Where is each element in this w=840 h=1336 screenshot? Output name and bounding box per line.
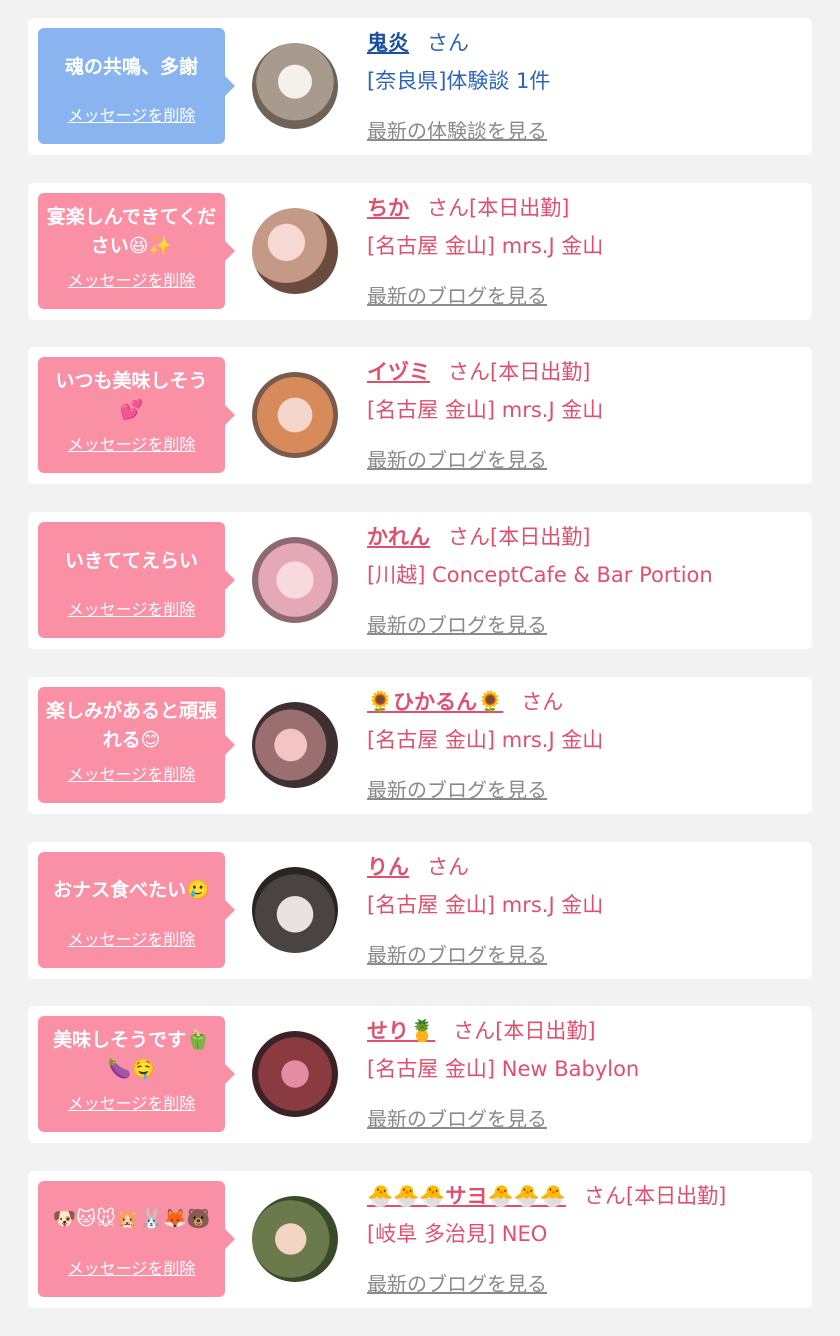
user-name-link[interactable]: ちか [367,196,409,220]
user-status: さん [427,31,469,55]
user-location: [名古屋 金山] mrs.J 金山 [367,727,604,752]
avatar[interactable] [252,372,338,459]
user-info: 🌻ひかるん🌻 さん [名古屋 金山] mrs.J 金山 最新のブログを見る [367,687,802,802]
message-text: いつも美味しそう💕 [55,370,208,422]
latest-post-link[interactable]: 最新のブログを見る [367,609,547,638]
user-name-row: せり🍍 さん[本日出勤] [367,1016,802,1046]
user-location: [岐阜 多治見] NEO [367,1221,548,1246]
user-name-link[interactable]: かれん [367,525,430,549]
user-name-link[interactable]: イヅミ [367,360,430,384]
delete-message-link[interactable]: メッセージを削除 [44,1090,219,1114]
message-card: 🐶🐱🐭🐹🐰🦊🐻 メッセージを削除 🐣🐣🐣サヨ🐣🐣🐣 さん[本日出勤] [岐阜 多治… [28,1170,812,1308]
latest-post-link[interactable]: 最新のブログを見る [367,774,547,803]
message-text: いきててえらい [64,549,198,572]
user-info: 鬼炎 さん [奈良県]体験談 1件 最新の体験談を見る [367,28,802,143]
message-text: 🐶🐱🐭🐹🐰🦊🐻 [52,1208,211,1231]
avatar[interactable] [252,1031,338,1118]
user-status: さん[本日出勤] [583,1183,727,1208]
message-bubble: 🐶🐱🐭🐹🐰🦊🐻 メッセージを削除 [38,1180,235,1297]
user-status: さん [521,689,564,714]
message-card: いつも美味しそう💕 メッセージを削除 イヅミ さん[本日出勤] [名古屋 金山] … [28,347,812,485]
user-name-row: イヅミ さん[本日出勤] [367,357,802,387]
user-name-row: りん さん [367,852,802,882]
message-text: おナス食べたい🥲 [53,879,210,901]
latest-post-link[interactable]: 最新のブログを見る [367,280,547,309]
user-name-link[interactable]: 🌻ひかるん🌻 [367,690,503,714]
avatar[interactable] [252,866,338,953]
message-card: おナス食べたい🥲 メッセージを削除 りん さん [名古屋 金山] mrs.J 金山… [28,841,812,979]
user-location: [奈良県]体験談 1件 [367,69,551,93]
latest-post-link[interactable]: 最新のブログを見る [367,444,547,473]
message-card: 魂の共鳴、多謝 メッセージを削除 鬼炎 さん [奈良県]体験談 1件 最新の体験談… [28,18,812,155]
message-card: 宴楽しんできてください😆✨ メッセージを削除 ちか さん[本日出勤] [名古屋 金… [28,182,812,320]
message-bubble: いつも美味しそう💕 メッセージを削除 [38,357,235,474]
user-info: イヅミ さん[本日出勤] [名古屋 金山] mrs.J 金山 最新のブログを見る [367,357,802,472]
user-info: ちか さん[本日出勤] [名古屋 金山] mrs.J 金山 最新のブログを見る [367,193,802,308]
message-card: 美味しそうです🫑🍆🤤 メッセージを削除 せり🍍 さん[本日出勤] [名古屋 金山]… [28,1006,812,1144]
user-info: 🐣🐣🐣サヨ🐣🐣🐣 さん[本日出勤] [岐阜 多治見] NEO 最新のブログを見る [367,1181,802,1296]
user-location: [名古屋 金山] mrs.J 金山 [367,398,604,423]
latest-post-link[interactable]: 最新のブログを見る [367,939,547,968]
message-bubble: いきててえらい メッセージを削除 [38,522,235,639]
message-text: 魂の共鳴、多謝 [64,55,198,78]
message-bubble: 魂の共鳴、多謝 メッセージを削除 [38,28,235,144]
delete-message-link[interactable]: メッセージを削除 [44,761,219,785]
latest-post-link[interactable]: 最新のブログを見る [367,1268,547,1297]
user-location: [名古屋 金山] mrs.J 金山 [367,233,604,258]
message-bubble: 楽しみがあると頑張れる😊 メッセージを削除 [38,686,235,803]
message-text: 美味しそうです🫑🍆🤤 [53,1029,210,1081]
user-name-link[interactable]: せり🍍 [367,1019,435,1043]
user-location: [川越] ConceptCafe & Bar Portion [367,563,713,588]
avatar[interactable] [252,537,338,624]
message-bubble: 宴楽しんできてください😆✨ メッセージを削除 [38,192,235,309]
delete-message-link[interactable]: メッセージを削除 [44,102,219,126]
user-name-link[interactable]: 🐣🐣🐣サヨ🐣🐣🐣 [367,1184,566,1208]
latest-post-link[interactable]: 最新のブログを見る [367,1103,547,1132]
delete-message-link[interactable]: メッセージを削除 [44,267,219,291]
message-card: いきててえらい メッセージを削除 かれん さん[本日出勤] [川越] Concep… [28,512,812,650]
avatar[interactable] [252,43,338,129]
user-name-row: 🐣🐣🐣サヨ🐣🐣🐣 さん[本日出勤] [367,1181,802,1211]
avatar[interactable] [252,701,338,788]
user-info: せり🍍 さん[本日出勤] [名古屋 金山] New Babylon 最新のブログを… [367,1016,802,1131]
user-info: りん さん [名古屋 金山] mrs.J 金山 最新のブログを見る [367,852,802,967]
user-status: さん[本日出勤] [448,360,591,385]
user-name-link[interactable]: りん [367,855,409,879]
message-bubble: おナス食べたい🥲 メッセージを削除 [38,851,235,968]
delete-message-link[interactable]: メッセージを削除 [44,926,219,950]
user-name-row: 🌻ひかるん🌻 さん [367,687,802,717]
avatar[interactable] [252,1195,338,1282]
user-info: かれん さん[本日出勤] [川越] ConceptCafe & Bar Porti… [367,522,802,637]
user-name-row: 鬼炎 さん [367,28,802,58]
message-card: 楽しみがあると頑張れる😊 メッセージを削除 🌻ひかるん🌻 さん [名古屋 金山] … [28,676,812,814]
user-name-row: かれん さん[本日出勤] [367,522,802,552]
delete-message-link[interactable]: メッセージを削除 [44,596,219,620]
user-status: さん [427,854,469,879]
user-status: さん[本日出勤] [427,195,570,220]
avatar[interactable] [252,207,338,294]
latest-post-link[interactable]: 最新の体験談を見る [367,115,547,144]
user-name-link[interactable]: 鬼炎 [367,31,409,55]
user-status: さん[本日出勤] [448,525,591,550]
user-name-row: ちか さん[本日出勤] [367,193,802,223]
message-text: 宴楽しんできてください😆✨ [46,205,217,257]
user-status: さん[本日出勤] [453,1019,596,1044]
delete-message-link[interactable]: メッセージを削除 [44,1255,219,1279]
user-location: [名古屋 金山] mrs.J 金山 [367,892,604,917]
user-location: [名古屋 金山] New Babylon [367,1057,640,1082]
delete-message-link[interactable]: メッセージを削除 [44,431,219,455]
message-bubble: 美味しそうです🫑🍆🤤 メッセージを削除 [38,1016,235,1133]
message-text: 楽しみがあると頑張れる😊 [45,699,217,751]
